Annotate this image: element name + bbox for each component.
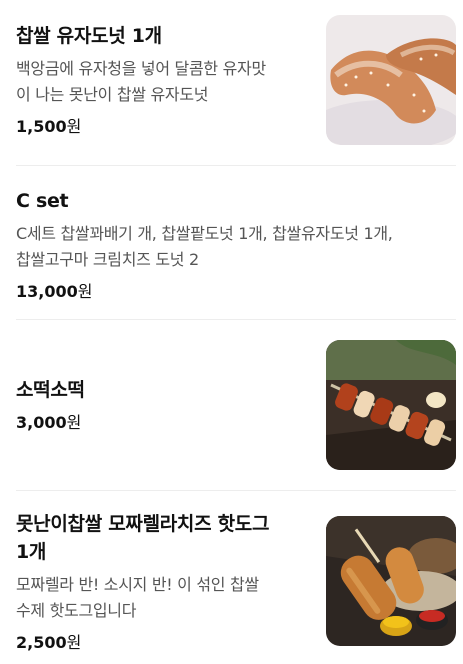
hotdog-photo[interactable]: [326, 516, 456, 646]
menu-item-price: 1,500원: [16, 117, 82, 136]
sotteok-skewer-photo[interactable]: [326, 340, 456, 470]
menu-item-price: 13,000원: [16, 282, 93, 301]
menu-item-name: 못난이찹쌀 모짜렐라치즈 핫도그 1개: [16, 513, 270, 563]
menu-item-description: 모짜렐라 반! 소시지 반! 이 섞인 찹쌀 수제 핫도그입니다: [16, 575, 259, 620]
item-divider: [16, 165, 456, 166]
menu-item-price: 2,500원: [16, 633, 82, 652]
item-divider: [16, 319, 456, 320]
menu-list: 찹쌀 유자도넛 1개 백앙금에 유자청을 넣어 달콤한 유자맛 이 나는 못난이…: [0, 0, 463, 664]
menu-item-name: C set: [16, 190, 69, 212]
menu-item-c-set[interactable]: C set C세트 찹쌀꽈배기 개, 찹쌀팥도넛 1개, 찹쌀유자도넛 1개, …: [16, 187, 456, 302]
menu-item-description: 백앙금에 유자청을 넣어 달콤한 유자맛 이 나는 못난이 찹쌀 유자도넛: [16, 59, 266, 104]
citron-donut-photo[interactable]: [326, 15, 456, 145]
item-divider: [16, 490, 456, 491]
menu-item-name: 찹쌀 유자도넛 1개: [16, 25, 162, 47]
menu-item-description: C세트 찹쌀꽈배기 개, 찹쌀팥도넛 1개, 찹쌀유자도넛 1개, 찹쌀고구마 …: [16, 224, 393, 269]
